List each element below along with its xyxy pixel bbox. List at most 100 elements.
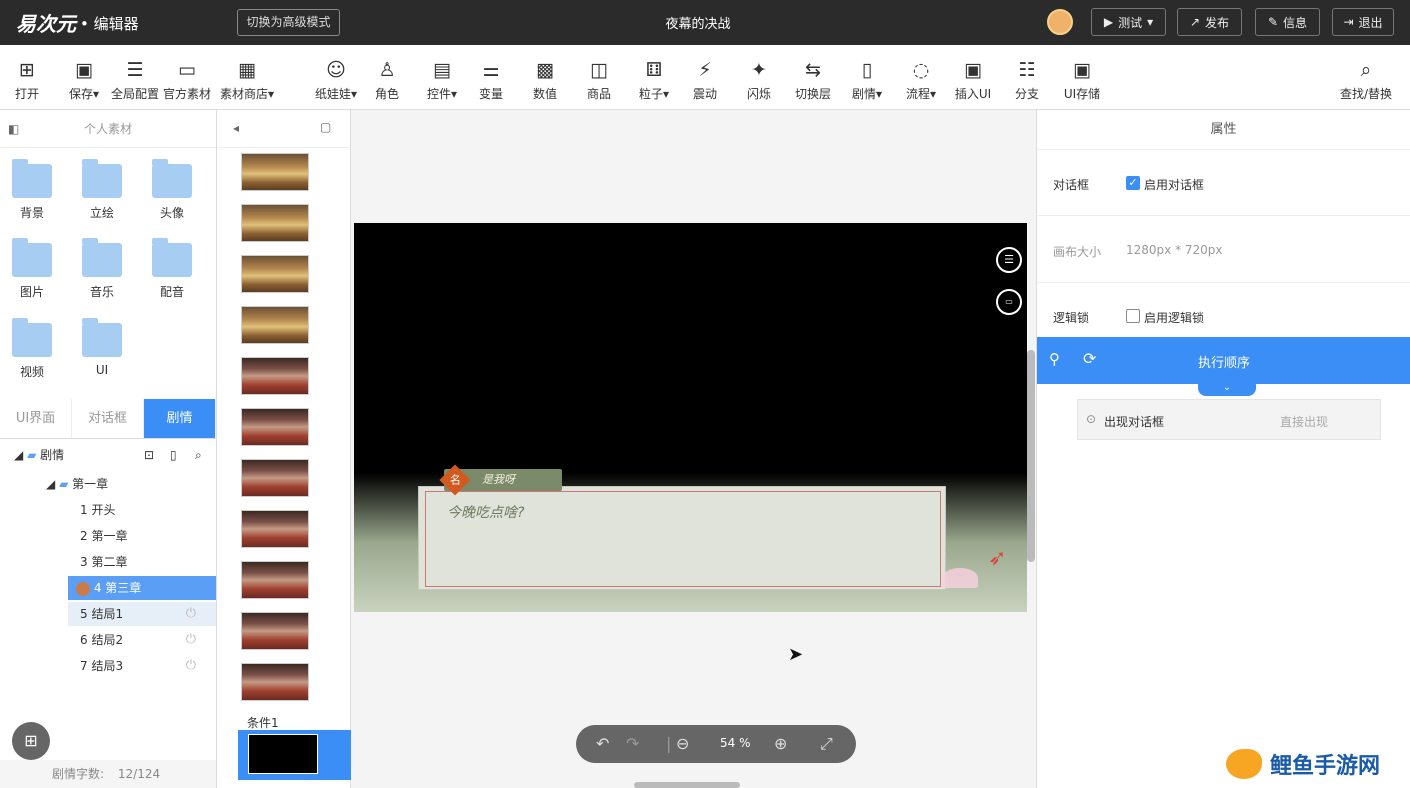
canvas-vertical-scrollbar[interactable]: [1027, 350, 1035, 562]
add-folder-icon[interactable]: ⊡: [144, 443, 154, 467]
execution-item-mode: 直接出现: [1280, 415, 1329, 429]
stage-preview[interactable]: ☰ ▭ 是我呀 名 今晚吃点啥? ➶: [354, 223, 1027, 612]
tool-asset-store[interactable]: ▦ 素材商店▾: [217, 59, 277, 102]
logic-lock-checkbox[interactable]: [1126, 309, 1140, 323]
folder-ui[interactable]: UI: [72, 318, 132, 377]
tree-item[interactable]: 6 结局2 ⏻: [68, 628, 216, 652]
tree-root[interactable]: ◢ ▰ 剧情 ⊡ ▯ ⌕: [14, 443, 214, 467]
exit-button[interactable]: ⇥ 退出: [1332, 8, 1394, 36]
collapse-panel-icon[interactable]: ◧: [8, 110, 19, 148]
tool-goods[interactable]: ◫ 商品: [569, 59, 629, 102]
tool-insert-ui[interactable]: ▣ 插入UI: [943, 59, 1003, 102]
folder-image[interactable]: 图片: [2, 238, 62, 300]
tool-ui-storage[interactable]: ▣ UI存储: [1052, 59, 1112, 102]
tool-find-replace[interactable]: ⌕ 查找/替换: [1336, 59, 1396, 102]
advanced-mode-button[interactable]: 切换为高级模式: [237, 9, 340, 36]
tool-branch[interactable]: ☷ 分支: [997, 59, 1057, 102]
canvas-horizontal-scrollbar[interactable]: [634, 782, 740, 788]
tree-item[interactable]: 1 开头: [68, 498, 216, 522]
dialog-box-label: 对话框: [1053, 178, 1090, 192]
tree-item[interactable]: 3 第二章: [68, 550, 216, 574]
zoom-in-icon[interactable]: ⊕: [774, 734, 787, 753]
dialog-box-checkbox-label[interactable]: 启用对话框: [1144, 176, 1204, 193]
folder-icon: ▰: [27, 448, 37, 462]
tool-official-assets[interactable]: ▭ 官方素材: [157, 59, 217, 102]
power-icon[interactable]: ⏻: [186, 628, 196, 652]
scene-thumbnail-panel: ◂ ▢ 条件1: [217, 110, 351, 788]
find-replace-icon: ⌕: [1360, 59, 1372, 81]
divider: [1037, 215, 1410, 216]
tool-shake[interactable]: ⚡ 震动: [675, 59, 735, 102]
folder-icon: ▰: [59, 477, 69, 491]
logic-lock-checkbox-label[interactable]: 启用逻辑锁: [1144, 309, 1204, 326]
undo-icon[interactable]: ↶: [596, 734, 609, 753]
fit-screen-icon[interactable]: ⤢: [820, 734, 833, 754]
scene-thumbnail[interactable]: [241, 357, 309, 395]
avatar[interactable]: [1047, 9, 1073, 35]
tree-chapter[interactable]: ◢ ▰ 第一章: [46, 472, 108, 496]
scene-thumbnail[interactable]: [241, 408, 309, 446]
skip-icon[interactable]: ▭: [996, 289, 1022, 315]
folder-background[interactable]: 背景: [2, 159, 62, 221]
test-button[interactable]: ▶ 测试 ▾: [1091, 8, 1166, 36]
scene-thumbnail[interactable]: [241, 153, 309, 191]
tool-open[interactable]: ⊞ 打开: [0, 59, 57, 102]
execution-order-bar: ⚲ ⟳ 执行顺序 ⌄: [1037, 337, 1410, 396]
watermark-text: 鲤鱼手游网: [1270, 754, 1381, 779]
scene-thumbnail[interactable]: [241, 459, 309, 497]
qr-menu-button[interactable]: ⊞: [12, 722, 50, 760]
expand-arrow-icon: ◢: [46, 477, 56, 491]
zoom-out-icon[interactable]: ⊖: [676, 734, 689, 753]
main-toolbar: ⊞ 打开 ▣ 保存▾ ☰ 全局配置 ▭ 官方素材 ▦ 素材商店▾ ☺ 纸娃娃▾ ♙ 角色 ▤ 控…: [0, 45, 1410, 110]
info-button[interactable]: ✎ 信息: [1255, 8, 1320, 36]
tree-item[interactable]: 5 结局1 ⏻: [68, 602, 216, 626]
list-icon: ☰: [126, 59, 144, 81]
folder-voice[interactable]: 配音: [142, 238, 202, 300]
tool-global-config[interactable]: ☰ 全局配置: [105, 59, 165, 102]
document-icon: ▯: [861, 59, 873, 81]
publish-button[interactable]: ↗ 发布: [1177, 8, 1242, 36]
tool-switch-layer[interactable]: ⇆ 切换层: [783, 59, 843, 102]
condition-thumbnail-selected[interactable]: [238, 730, 351, 780]
scene-thumbnail[interactable]: [241, 612, 309, 650]
tab-dialog-box[interactable]: 对话框: [72, 399, 144, 438]
expand-arrow-icon: ◢: [14, 448, 24, 462]
chevron-down-icon[interactable]: ⌄: [1198, 382, 1256, 396]
menu-list-icon[interactable]: ☰: [996, 247, 1022, 273]
flash-icon: ✦: [751, 59, 767, 81]
scene-thumbnail[interactable]: [241, 510, 309, 548]
settings-icon[interactable]: ▢: [320, 120, 331, 134]
tab-story[interactable]: 剧情: [144, 399, 216, 438]
search-icon[interactable]: ⌕: [195, 443, 202, 467]
tree-item[interactable]: 7 结局3 ⏻: [68, 654, 216, 678]
tool-flash[interactable]: ✦ 闪烁: [729, 59, 789, 102]
folder-icon: [152, 238, 192, 277]
tool-story[interactable]: ▯ 剧情▾: [837, 59, 897, 102]
tab-ui-screen[interactable]: UI界面: [0, 399, 72, 438]
redo-icon[interactable]: ↷: [626, 734, 639, 753]
tree-item[interactable]: 2 第一章: [68, 524, 216, 548]
divider-icon: |: [666, 734, 672, 753]
power-icon[interactable]: ⏻: [186, 602, 196, 626]
scene-thumbnail[interactable]: [241, 255, 309, 293]
tool-character[interactable]: ♙ 角色: [357, 59, 417, 102]
power-icon[interactable]: ⏻: [186, 654, 196, 678]
asset-folders: 背景 立绘 头像 图片 音乐 配音 视频 UI: [0, 148, 216, 400]
folder-avatar[interactable]: 头像: [142, 159, 202, 221]
folder-portrait[interactable]: 立绘: [72, 159, 132, 221]
dialog-box-checkbox[interactable]: ✓: [1126, 176, 1140, 190]
folder-music[interactable]: 音乐: [72, 238, 132, 300]
add-file-icon[interactable]: ▯: [170, 443, 177, 467]
tree-item-selected[interactable]: 4 第三章: [68, 576, 216, 600]
scene-thumbnail[interactable]: [241, 204, 309, 242]
tool-number[interactable]: ▩ 数值: [515, 59, 575, 102]
canvas-size-value: 1280px * 720px: [1126, 243, 1223, 257]
collapse-icon[interactable]: ◂: [233, 121, 239, 135]
scene-thumbnail[interactable]: [241, 663, 309, 701]
folder-video[interactable]: 视频: [2, 318, 62, 380]
tool-process[interactable]: ◌ 流程▾: [891, 59, 951, 102]
tool-variable[interactable]: ⚌ 变量: [461, 59, 521, 102]
execution-item[interactable]: ⊙ 出现对话框 直接出现: [1077, 399, 1381, 440]
scene-thumbnail[interactable]: [241, 561, 309, 599]
scene-thumbnail[interactable]: [241, 306, 309, 344]
